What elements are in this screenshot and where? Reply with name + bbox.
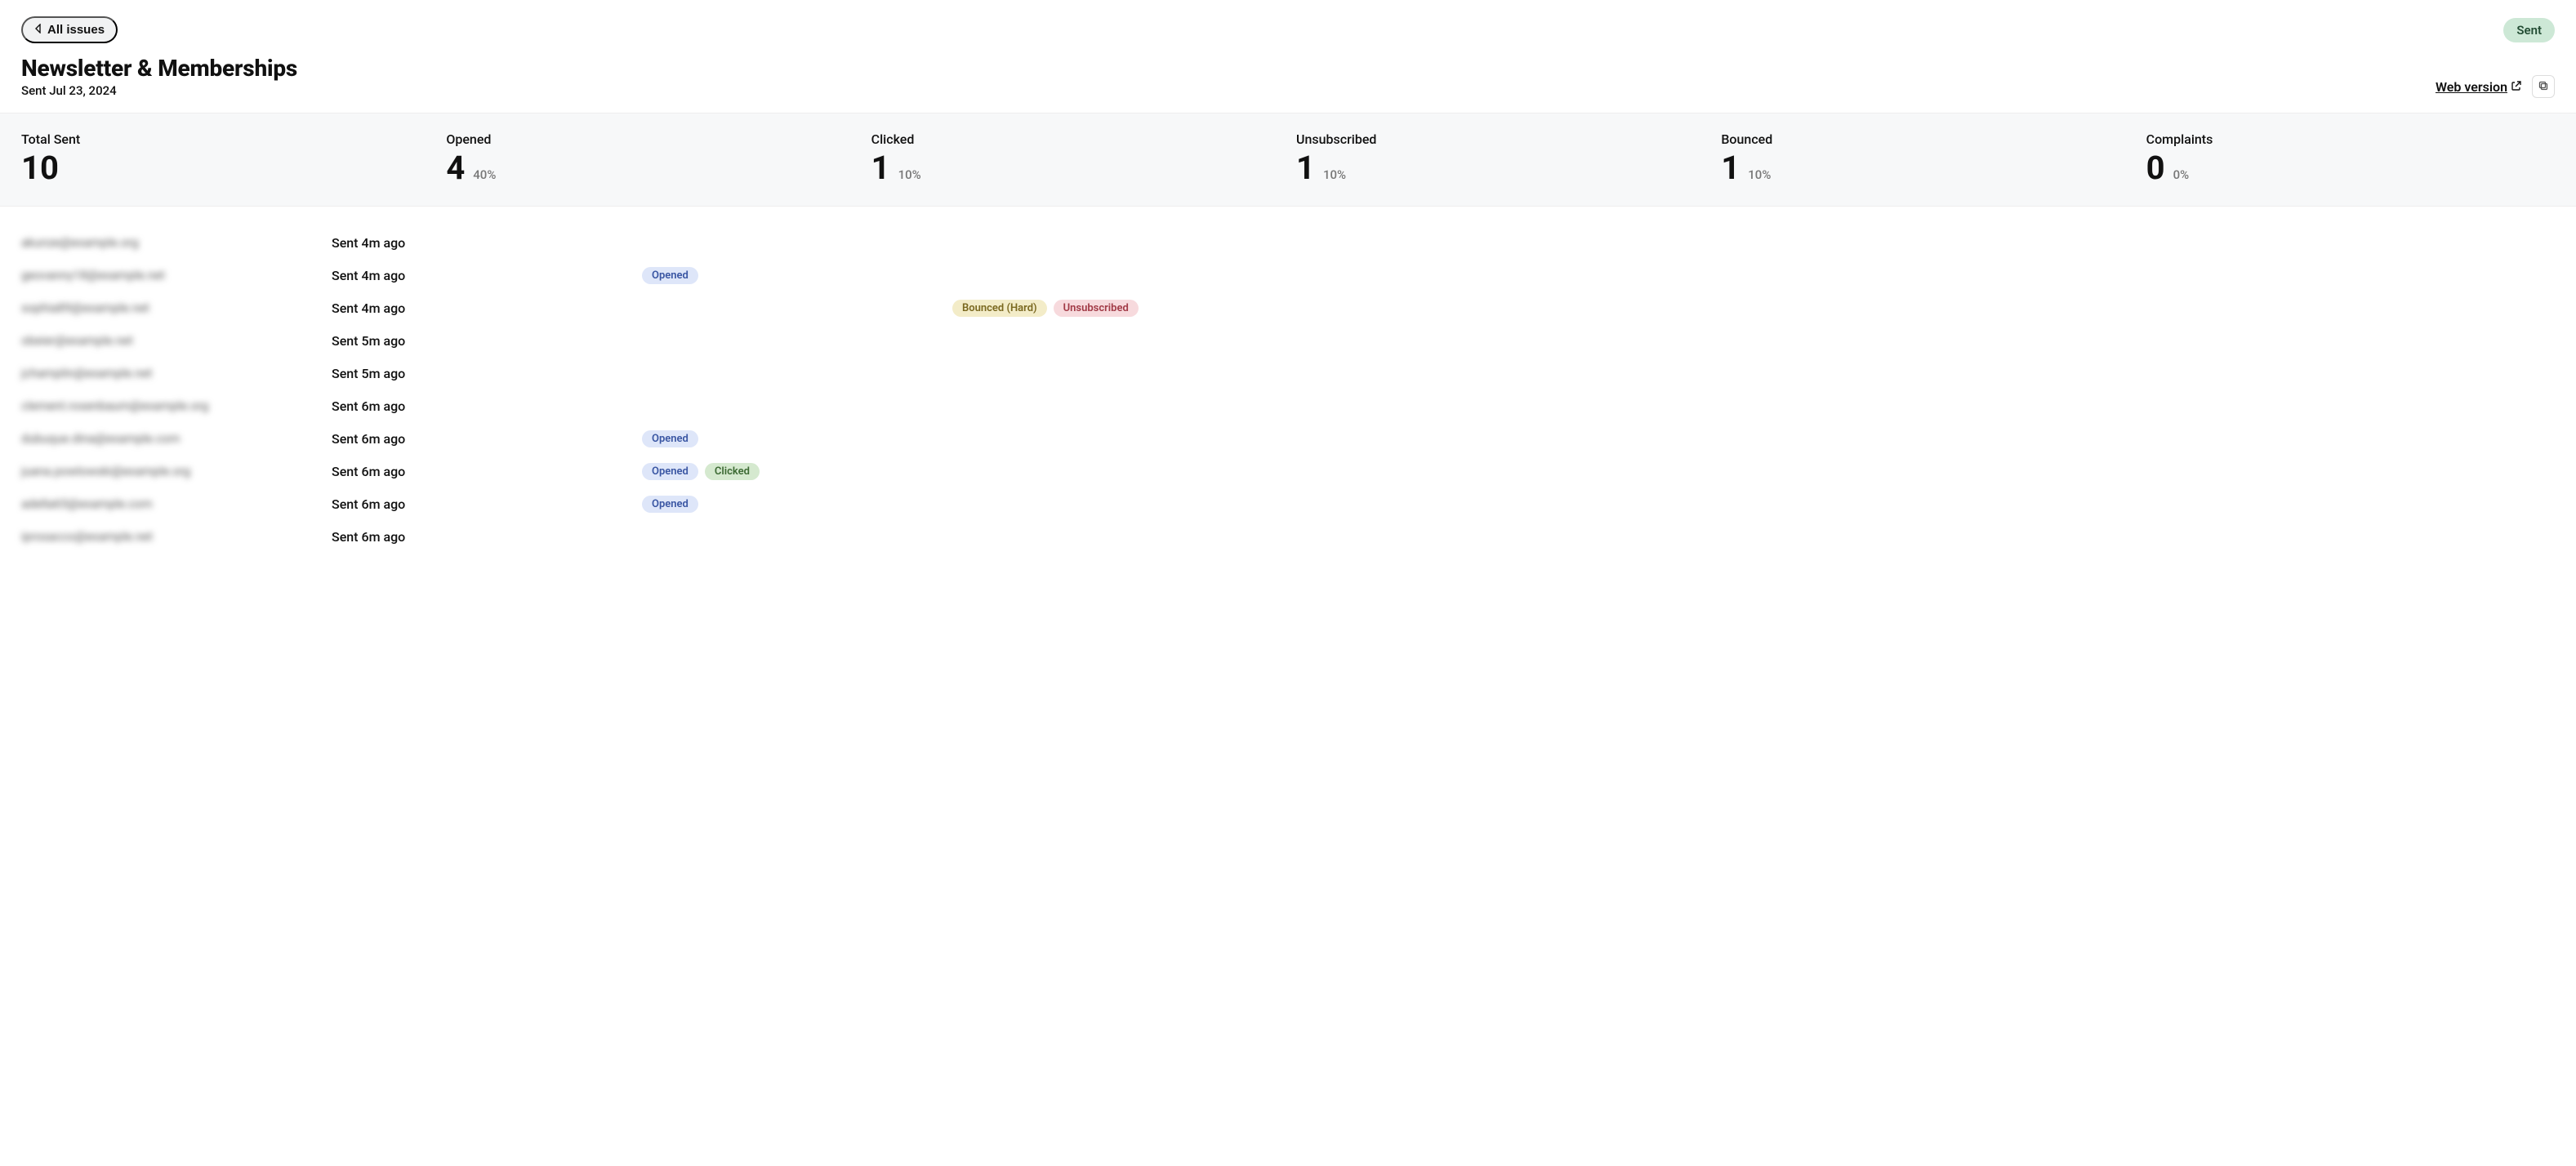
stat-card: Opened 4 40%	[446, 131, 854, 185]
stat-percent: 10%	[898, 167, 921, 182]
stat-value: 4	[446, 152, 465, 185]
stat-label: Bounced	[1721, 131, 2129, 147]
stat-card: Unsubscribed 1 10%	[1296, 131, 1705, 185]
recipient-sent-time: Sent 6m ago	[332, 398, 642, 414]
recipient-row: iprosacco@example.netSent 6m ago	[21, 520, 2555, 553]
stat-value: 10	[21, 152, 59, 185]
stat-label: Unsubscribed	[1296, 131, 1705, 147]
recipient-badges: Bounced (Hard) Unsubscribed	[642, 298, 2555, 318]
opened-badge: Opened	[642, 267, 698, 284]
recipient-row: clement.rosenbaum@example.orgSent 6m ago	[21, 389, 2555, 422]
stat-value: 1	[1296, 152, 1315, 185]
recipient-badges: Opened Clicked	[642, 461, 2555, 481]
recipient-sent-time: Sent 4m ago	[332, 235, 642, 251]
recipient-row: juana.powlowski@example.orgSent 6m agoOp…	[21, 455, 2555, 487]
recipient-sent-time: Sent 6m ago	[332, 431, 642, 447]
recipient-badges	[642, 396, 2555, 416]
status-badge: Sent	[2503, 18, 2555, 42]
recipient-badges	[642, 527, 2555, 546]
stat-percent: 10%	[1323, 167, 1346, 182]
recipient-row: jchamplin@example.netSent 5m ago	[21, 357, 2555, 389]
opened-badge: Opened	[642, 496, 698, 513]
stat-card: Total Sent 10	[21, 131, 430, 185]
recipient-email: obeier@example.net	[21, 333, 332, 348]
recipient-sent-time: Sent 4m ago	[332, 268, 642, 283]
all-issues-label: All issues	[47, 23, 105, 37]
recipient-badges: Opened	[642, 265, 2555, 285]
copy-button[interactable]	[2532, 75, 2555, 98]
recipient-row: sophia89@example.netSent 4m agoBounced (…	[21, 292, 2555, 324]
stat-percent: 10%	[1748, 167, 1771, 182]
copy-icon	[2538, 79, 2549, 95]
stat-percent: 0%	[2173, 167, 2190, 182]
all-issues-back-button[interactable]: All issues	[21, 16, 118, 43]
stat-percent: 40%	[473, 167, 496, 182]
stat-label: Total Sent	[21, 131, 430, 147]
stat-value: 1	[871, 152, 890, 185]
recipient-sent-time: Sent 4m ago	[332, 300, 642, 316]
stat-value: 1	[1721, 152, 1740, 185]
recipient-email: juana.powlowski@example.org	[21, 464, 332, 478]
stat-label: Clicked	[871, 131, 1280, 147]
recipient-row: dubuque.dina@example.comSent 6m agoOpene…	[21, 422, 2555, 455]
clicked-badge: Clicked	[705, 463, 760, 480]
recipient-email: iprosacco@example.net	[21, 529, 332, 544]
recipient-row: akunze@example.orgSent 4m ago	[21, 226, 2555, 259]
external-link-icon	[2511, 79, 2522, 95]
opened-badge: Opened	[642, 463, 698, 480]
recipient-badges	[642, 233, 2555, 252]
recipient-email: geovanny18@example.net	[21, 268, 332, 283]
recipient-sent-time: Sent 6m ago	[332, 464, 642, 479]
web-version-label: Web version	[2436, 79, 2507, 95]
recipient-badges: Opened	[642, 429, 2555, 448]
unsubscribed-badge: Unsubscribed	[1054, 300, 1139, 317]
stat-label: Complaints	[2146, 131, 2555, 147]
recipient-email: dubuque.dina@example.com	[21, 431, 332, 446]
recipients-list: akunze@example.orgSent 4m agogeovanny18@…	[21, 226, 2555, 553]
recipient-email: jchamplin@example.net	[21, 366, 332, 381]
recipient-email: adella65@example.com	[21, 496, 332, 511]
recipient-email: clement.rosenbaum@example.org	[21, 398, 332, 413]
recipient-badges	[642, 363, 2555, 383]
recipient-row: adella65@example.comSent 6m agoOpened	[21, 487, 2555, 520]
opened-badge: Opened	[642, 430, 698, 447]
sent-date: Sent Jul 23, 2024	[21, 83, 297, 98]
back-triangle-icon	[34, 23, 42, 37]
stat-label: Opened	[446, 131, 854, 147]
recipient-row: obeier@example.netSent 5m ago	[21, 324, 2555, 357]
recipient-badges: Opened	[642, 494, 2555, 514]
recipient-email: akunze@example.org	[21, 235, 332, 250]
recipient-badges	[642, 331, 2555, 350]
recipient-email: sophia89@example.net	[21, 300, 332, 315]
recipient-sent-time: Sent 5m ago	[332, 366, 642, 381]
page-title: Newsletter & Memberships	[21, 55, 297, 82]
stat-card: Complaints 0 0%	[2146, 131, 2555, 185]
recipient-row: geovanny18@example.netSent 4m agoOpened	[21, 259, 2555, 292]
stat-card: Bounced 1 10%	[1721, 131, 2129, 185]
recipient-sent-time: Sent 5m ago	[332, 333, 642, 349]
stats-bar: Total Sent 10 Opened 4 40% Clicked 1 10%…	[0, 113, 2576, 207]
recipient-sent-time: Sent 6m ago	[332, 529, 642, 545]
stat-card: Clicked 1 10%	[871, 131, 1280, 185]
recipient-sent-time: Sent 6m ago	[332, 496, 642, 512]
web-version-link[interactable]: Web version	[2436, 79, 2522, 95]
bounced-badge: Bounced (Hard)	[952, 300, 1047, 317]
stat-value: 0	[2146, 152, 2165, 185]
